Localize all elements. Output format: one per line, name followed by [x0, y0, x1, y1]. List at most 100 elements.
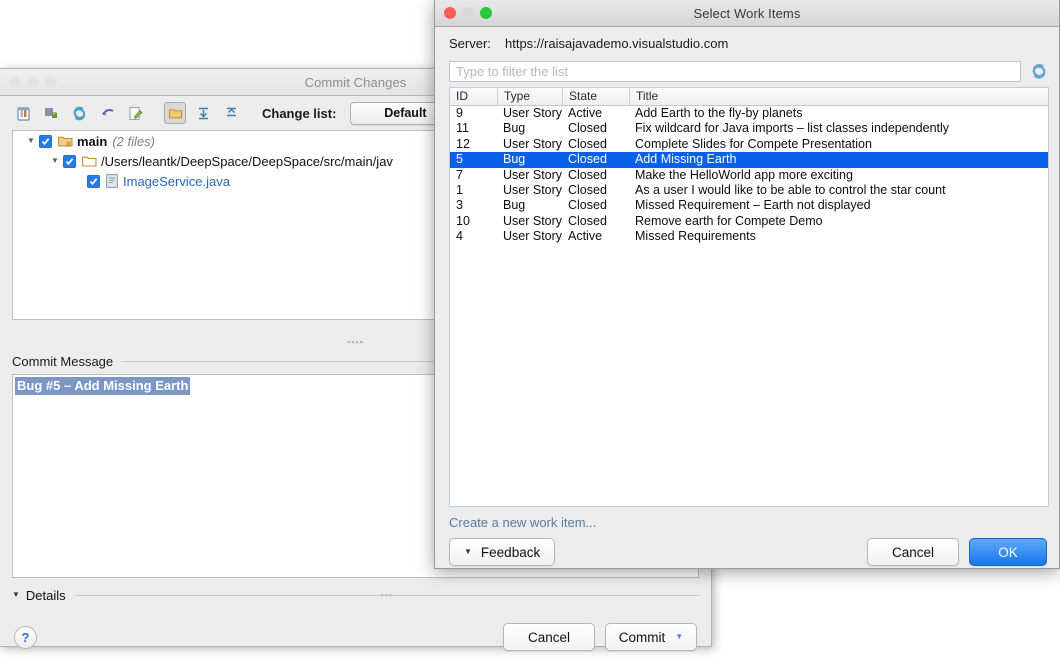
table-row[interactable]: 4User StoryActiveMissed Requirements: [450, 229, 1048, 244]
checkbox-main[interactable]: [39, 135, 52, 148]
cell-title: Make the HelloWorld app more exciting: [629, 168, 1048, 183]
disclosure-triangle-icon[interactable]: ▼: [47, 157, 63, 165]
cell-id: 4: [450, 229, 497, 244]
work-items-title: Select Work Items: [435, 6, 1059, 21]
work-items-titlebar[interactable]: Select Work Items: [435, 0, 1059, 27]
table-row[interactable]: 10User StoryClosedRemove earth for Compe…: [450, 214, 1048, 229]
work-items-footer: ▼ Feedback Cancel OK: [435, 530, 1059, 566]
close-button[interactable]: [444, 7, 456, 19]
commit-button-label: Commit: [619, 630, 666, 645]
filter-input[interactable]: Type to filter the list: [449, 61, 1021, 82]
cell-title: Missed Requirement – Earth not displayed: [629, 198, 1048, 213]
cell-type: User Story: [497, 106, 562, 121]
cell-state: Closed: [562, 152, 629, 167]
cell-id: 11: [450, 121, 497, 136]
zoom-button[interactable]: [45, 76, 57, 88]
cell-id: 7: [450, 168, 497, 183]
details-rule: ▪▪▪: [75, 595, 699, 596]
cell-id: 3: [450, 198, 497, 213]
disclosure-triangle-icon[interactable]: ▼: [23, 137, 39, 145]
commit-footer: ? Cancel Commit ▼: [0, 608, 711, 666]
cell-id: 12: [450, 137, 497, 152]
revert-icon[interactable]: [96, 102, 118, 124]
details-grip[interactable]: ▪▪▪: [381, 590, 394, 600]
cancel-button[interactable]: Cancel: [867, 538, 959, 566]
cell-title: Complete Slides for Compete Presentation: [629, 137, 1048, 152]
collapse-all-icon[interactable]: [220, 102, 242, 124]
cell-type: User Story: [497, 183, 562, 198]
cell-type: User Story: [497, 137, 562, 152]
help-button[interactable]: ?: [14, 626, 37, 649]
cell-title: Missed Requirements: [629, 229, 1048, 244]
work-items-traffic-lights: [444, 0, 492, 26]
folder-module-icon: [58, 135, 73, 148]
refresh-icon[interactable]: [1029, 61, 1049, 81]
cell-title: Add Missing Earth: [629, 152, 1048, 167]
rollback-group-icon[interactable]: [40, 102, 62, 124]
cell-state: Closed: [562, 198, 629, 213]
work-items-row-container: 9User StoryActiveAdd Earth to the fly-by…: [450, 106, 1048, 245]
chevron-down-icon[interactable]: ▼: [12, 591, 20, 599]
table-row[interactable]: 3BugClosedMissed Requirement – Earth not…: [450, 198, 1048, 213]
checkbox-file[interactable]: [87, 175, 100, 188]
cell-type: User Story: [497, 229, 562, 244]
cell-title: Add Earth to the fly-by planets: [629, 106, 1048, 121]
cell-state: Active: [562, 106, 629, 121]
feedback-button[interactable]: ▼ Feedback: [449, 538, 555, 566]
table-row[interactable]: 9User StoryActiveAdd Earth to the fly-by…: [450, 106, 1048, 121]
feedback-button-label: Feedback: [481, 545, 540, 560]
table-row[interactable]: 7User StoryClosedMake the HelloWorld app…: [450, 168, 1048, 183]
chevron-down-icon[interactable]: ▼: [675, 633, 683, 641]
column-header-title[interactable]: Title: [629, 88, 1048, 105]
server-row: Server: https://raisajavademo.visualstud…: [435, 27, 1059, 57]
cell-state: Closed: [562, 121, 629, 136]
refresh-icon[interactable]: [68, 102, 90, 124]
server-label: Server:: [449, 36, 505, 51]
cell-id: 10: [450, 214, 497, 229]
commit-icon[interactable]: [12, 102, 34, 124]
select-work-items-dialog: Select Work Items Server: https://raisaj…: [434, 0, 1060, 569]
folder-icon: [82, 155, 97, 168]
table-row[interactable]: 12User StoryClosedComplete Slides for Co…: [450, 137, 1048, 152]
close-button[interactable]: [9, 76, 21, 88]
table-row[interactable]: 11BugClosedFix wildcard for Java imports…: [450, 121, 1048, 136]
chevron-down-icon: ▼: [464, 548, 472, 556]
details-section-header[interactable]: ▼ Details ▪▪▪: [0, 582, 711, 608]
column-header-type[interactable]: Type: [497, 88, 562, 105]
column-header-id[interactable]: ID: [450, 88, 497, 105]
create-work-item-link[interactable]: Create a new work item...: [435, 507, 1059, 530]
group-by-directory-icon[interactable]: [164, 102, 186, 124]
cell-type: User Story: [497, 214, 562, 229]
minimize-button[interactable]: [462, 7, 474, 19]
zoom-button[interactable]: [480, 7, 492, 19]
cell-state: Active: [562, 229, 629, 244]
ok-button[interactable]: OK: [969, 538, 1047, 566]
cell-state: Closed: [562, 168, 629, 183]
cell-id: 9: [450, 106, 497, 121]
changelist-value: Default: [384, 106, 426, 120]
commit-message-value: Bug #5 – Add Missing Earth: [15, 377, 190, 395]
table-row[interactable]: 5BugClosedAdd Missing Earth: [450, 152, 1048, 167]
cell-state: Closed: [562, 137, 629, 152]
checkbox-path[interactable]: [63, 155, 76, 168]
cell-type: Bug: [497, 121, 562, 136]
edit-source-icon[interactable]: [124, 102, 146, 124]
cell-title: As a user I would like to be able to con…: [629, 183, 1048, 198]
cell-type: Bug: [497, 198, 562, 213]
table-row[interactable]: 1User StoryClosedAs a user I would like …: [450, 183, 1048, 198]
cell-state: Closed: [562, 183, 629, 198]
commit-message-label: Commit Message: [12, 354, 113, 369]
tree-node-main-label: main: [77, 134, 107, 149]
expand-all-icon[interactable]: [192, 102, 214, 124]
column-header-state[interactable]: State: [562, 88, 629, 105]
tree-node-main-meta: (2 files): [112, 134, 155, 149]
tree-node-file-label: ImageService.java: [123, 174, 230, 189]
work-items-table-header: ID Type State Title: [450, 88, 1048, 106]
minimize-button[interactable]: [27, 76, 39, 88]
commit-window-traffic-lights: [9, 69, 57, 95]
cell-id: 5: [450, 152, 497, 167]
changelist-label: Change list:: [262, 106, 336, 121]
work-items-table[interactable]: ID Type State Title 9User StoryActiveAdd…: [449, 87, 1049, 507]
details-label: Details: [26, 588, 66, 603]
filter-row: Type to filter the list: [435, 57, 1059, 85]
